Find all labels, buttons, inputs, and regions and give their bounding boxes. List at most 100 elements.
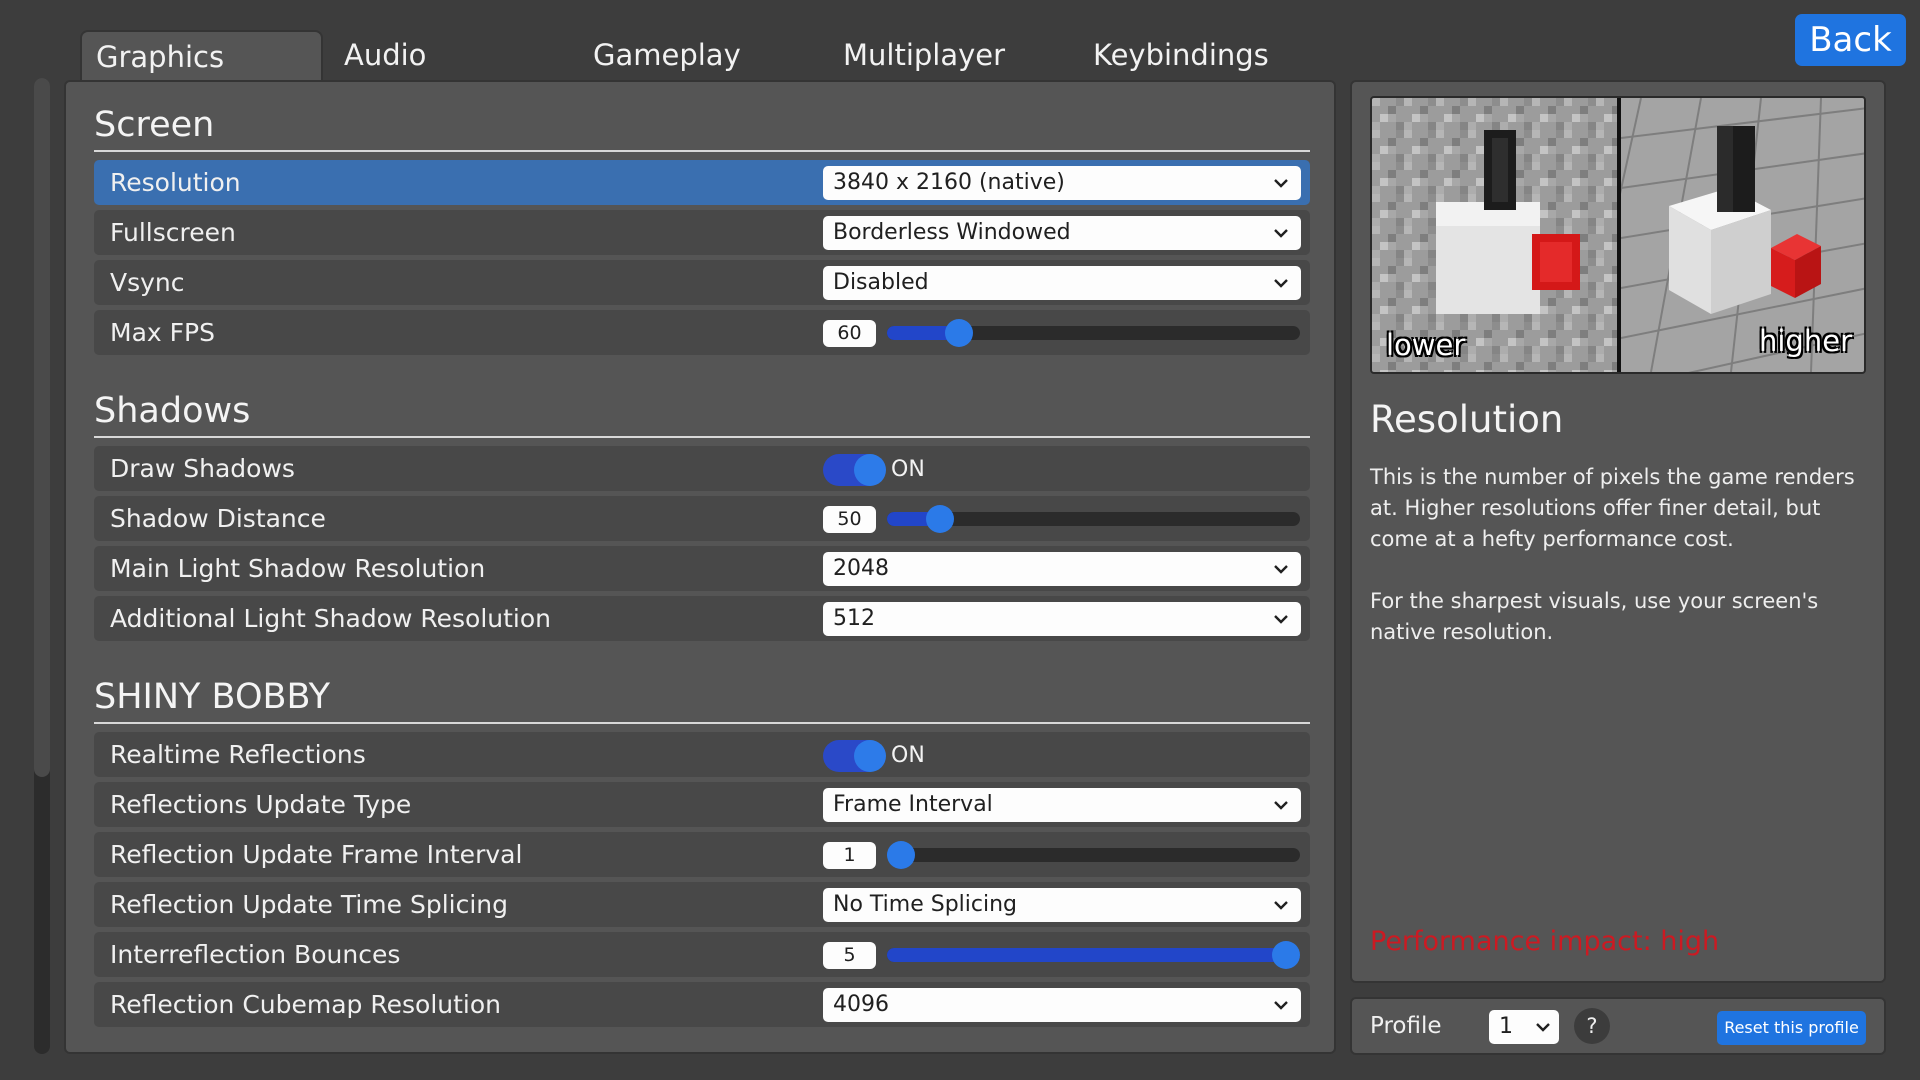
chevron-down-icon xyxy=(1273,788,1291,822)
slider-handle[interactable] xyxy=(1272,941,1300,969)
toggle-state: ON xyxy=(891,743,925,768)
cubemap-resolution-dropdown[interactable]: 4096 xyxy=(823,988,1301,1022)
setting-row-interreflection-bounces[interactable]: Interreflection Bounces 5 xyxy=(94,932,1310,977)
setting-label: Interreflection Bounces xyxy=(110,940,401,969)
reset-profile-button[interactable]: Reset this profile xyxy=(1717,1011,1866,1045)
slider-handle[interactable] xyxy=(887,841,915,869)
tab-graphics[interactable]: Graphics xyxy=(80,30,323,83)
frame-interval-value[interactable]: 1 xyxy=(823,842,876,869)
setting-row-main-light-shadow-resolution[interactable]: Main Light Shadow Resolution 2048 xyxy=(94,546,1310,591)
time-splicing-dropdown[interactable]: No Time Splicing xyxy=(823,888,1301,922)
section-title-shadows: Shadows xyxy=(94,388,1310,438)
resolution-dropdown[interactable]: 3840 x 2160 (native) xyxy=(823,166,1301,200)
dropdown-value: Borderless Windowed xyxy=(833,220,1071,245)
preview-lower-image: lower xyxy=(1372,98,1617,372)
profile-dropdown[interactable]: 1 xyxy=(1489,1010,1559,1044)
section-title-screen: Screen xyxy=(94,102,1310,152)
settings-screen: Graphics Audio Gameplay Multiplayer Keyb… xyxy=(0,0,1920,1080)
setting-label: Fullscreen xyxy=(110,218,236,247)
dropdown-value: 1 xyxy=(1499,1014,1513,1039)
preview-lower-label: lower xyxy=(1386,328,1466,362)
help-button[interactable]: ? xyxy=(1574,1008,1610,1044)
slider-handle[interactable] xyxy=(944,319,973,347)
setting-row-reflection-update-time-splicing[interactable]: Reflection Update Time Splicing No Time … xyxy=(94,882,1310,927)
info-paragraph: This is the number of pixels the game re… xyxy=(1370,465,1855,551)
setting-row-reflection-cubemap-resolution[interactable]: Reflection Cubemap Resolution 4096 xyxy=(94,982,1310,1027)
setting-row-fullscreen[interactable]: Fullscreen Borderless Windowed xyxy=(94,210,1310,255)
setting-label: Reflections Update Type xyxy=(110,790,412,819)
frame-interval-slider[interactable] xyxy=(887,841,1300,869)
scrollbar-thumb[interactable] xyxy=(34,78,50,777)
info-description: This is the number of pixels the game re… xyxy=(1370,462,1870,648)
setting-label: Additional Light Shadow Resolution xyxy=(110,604,552,633)
chevron-down-icon xyxy=(1273,988,1291,1022)
additional-light-shadow-resolution-dropdown[interactable]: 512 xyxy=(823,602,1301,636)
vsync-dropdown[interactable]: Disabled xyxy=(823,266,1301,300)
dropdown-value: Disabled xyxy=(833,270,929,295)
toggle-state: ON xyxy=(891,457,925,482)
setting-row-shadow-distance[interactable]: Shadow Distance 50 xyxy=(94,496,1310,541)
draw-shadows-toggle[interactable] xyxy=(823,454,886,486)
settings-panel: Screen Resolution 3840 x 2160 (native) F… xyxy=(64,80,1336,1054)
profile-bar: Profile 1 ? Reset this profile xyxy=(1350,997,1886,1055)
chevron-down-icon xyxy=(1273,552,1291,586)
chevron-down-icon xyxy=(1273,266,1291,300)
back-button[interactable]: Back xyxy=(1795,14,1906,66)
max-fps-slider[interactable] xyxy=(887,319,1300,347)
setting-label: Max FPS xyxy=(110,318,215,347)
setting-row-realtime-reflections[interactable]: Realtime Reflections ON xyxy=(94,732,1310,777)
fullscreen-dropdown[interactable]: Borderless Windowed xyxy=(823,216,1301,250)
tab-keybindings[interactable]: Keybindings xyxy=(1079,30,1299,81)
shadow-distance-slider[interactable] xyxy=(887,505,1300,533)
section-title-shiny-bobby: SHINY BOBBY xyxy=(94,674,1310,724)
setting-label: Draw Shadows xyxy=(110,454,295,483)
chevron-down-icon xyxy=(1273,216,1291,250)
setting-label: Vsync xyxy=(110,268,185,297)
setting-row-reflections-update-type[interactable]: Reflections Update Type Frame Interval xyxy=(94,782,1310,827)
setting-label: Reflection Cubemap Resolution xyxy=(110,990,502,1019)
main-light-shadow-resolution-dropdown[interactable]: 2048 xyxy=(823,552,1301,586)
chevron-down-icon xyxy=(1273,602,1291,636)
preview-higher-image: higher xyxy=(1621,98,1864,372)
dropdown-value: No Time Splicing xyxy=(833,892,1018,917)
setting-row-additional-light-shadow-resolution[interactable]: Additional Light Shadow Resolution 512 xyxy=(94,596,1310,641)
realtime-reflections-toggle[interactable] xyxy=(823,740,886,772)
profile-label: Profile xyxy=(1370,1013,1442,1039)
chevron-down-icon xyxy=(1273,888,1291,922)
tab-multiplayer[interactable]: Multiplayer xyxy=(829,30,1029,81)
info-panel: lower higher Resolution This is the numb… xyxy=(1350,80,1886,983)
setting-label: Resolution xyxy=(110,168,241,197)
chevron-down-icon xyxy=(1535,1010,1553,1044)
preview-higher-label: higher xyxy=(1759,324,1852,358)
setting-label: Shadow Distance xyxy=(110,504,326,533)
dropdown-value: 3840 x 2160 (native) xyxy=(833,170,1065,195)
dropdown-value: 2048 xyxy=(833,556,889,581)
shadow-distance-value[interactable]: 50 xyxy=(823,506,876,533)
setting-row-resolution[interactable]: Resolution 3840 x 2160 (native) xyxy=(94,160,1310,205)
interreflection-bounces-value[interactable]: 5 xyxy=(823,942,876,969)
info-title: Resolution xyxy=(1370,398,1564,441)
setting-row-reflection-update-frame-interval[interactable]: Reflection Update Frame Interval 1 xyxy=(94,832,1310,877)
setting-row-max-fps[interactable]: Max FPS 60 xyxy=(94,310,1310,355)
setting-row-draw-shadows[interactable]: Draw Shadows ON xyxy=(94,446,1310,491)
performance-impact-label: Performance impact: high xyxy=(1370,926,1720,957)
slider-fill xyxy=(887,948,1286,962)
tab-audio[interactable]: Audio xyxy=(330,30,530,81)
chevron-down-icon xyxy=(1273,166,1291,200)
toggle-knob xyxy=(854,740,886,772)
dropdown-value: Frame Interval xyxy=(833,792,993,817)
quality-comparison-preview: lower higher xyxy=(1370,96,1866,374)
toggle-knob xyxy=(854,454,886,486)
slider-handle[interactable] xyxy=(925,505,954,533)
dropdown-value: 4096 xyxy=(833,992,889,1017)
interreflection-bounces-slider[interactable] xyxy=(887,941,1300,969)
setting-label: Realtime Reflections xyxy=(110,740,366,769)
tab-gameplay[interactable]: Gameplay xyxy=(579,30,779,81)
max-fps-value[interactable]: 60 xyxy=(823,320,876,347)
setting-label: Reflection Update Frame Interval xyxy=(110,840,523,869)
setting-row-vsync[interactable]: Vsync Disabled xyxy=(94,260,1310,305)
setting-label: Main Light Shadow Resolution xyxy=(110,554,486,583)
settings-scrollbar[interactable] xyxy=(34,78,50,1054)
dropdown-value: 512 xyxy=(833,606,875,631)
reflections-update-type-dropdown[interactable]: Frame Interval xyxy=(823,788,1301,822)
